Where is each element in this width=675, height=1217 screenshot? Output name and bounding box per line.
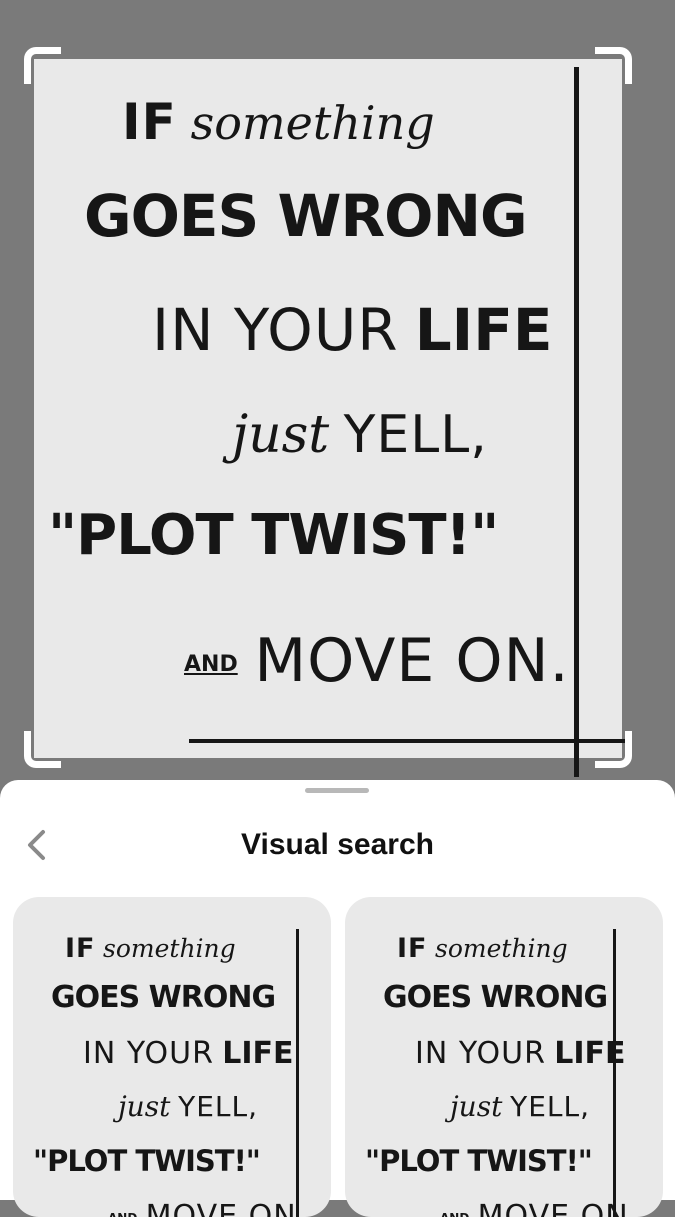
quote-line-4: just YELL, bbox=[232, 405, 488, 465]
sheet-drag-handle[interactable] bbox=[305, 788, 369, 793]
quote-line-6: AND MOVE ON. bbox=[184, 626, 570, 696]
card-quote-line-1: IF something bbox=[65, 933, 236, 964]
result-card[interactable]: IF something GOES WRONG IN YOUR LIFE jus… bbox=[345, 897, 663, 1217]
card-quote-line-3: IN YOUR LIFE bbox=[415, 1036, 626, 1071]
card-quote-line-1: IF something bbox=[397, 933, 568, 964]
crop-handle-bottom-right[interactable] bbox=[595, 731, 632, 768]
poster-vertical-rule bbox=[574, 67, 579, 777]
card-quote-line-4: just YELL, bbox=[450, 1090, 591, 1123]
quote-line-1: IF something bbox=[122, 93, 435, 151]
card-quote-line-4: just YELL, bbox=[118, 1090, 259, 1123]
result-card[interactable]: IF something GOES WRONG IN YOUR LIFE jus… bbox=[13, 897, 331, 1217]
card-quote-line-6: AND MOVE ON. bbox=[440, 1199, 640, 1217]
card-quote-line-6: AND MOVE ON. bbox=[108, 1199, 308, 1217]
visual-search-sheet: Visual search IF something GOES WRONG IN… bbox=[0, 780, 675, 1217]
search-image-area[interactable]: IF something GOES WRONG IN YOUR LIFE jus… bbox=[0, 0, 675, 780]
quote-line-5: "PLOT TWIST!" bbox=[48, 503, 499, 568]
quote-poster: IF something GOES WRONG IN YOUR LIFE jus… bbox=[34, 59, 629, 777]
quote-line-3: IN YOUR LIFE bbox=[152, 296, 553, 364]
poster-horizontal-rule bbox=[189, 739, 629, 743]
card-quote-line-5: "PLOT TWIST!" bbox=[33, 1144, 261, 1178]
crop-selector[interactable]: IF something GOES WRONG IN YOUR LIFE jus… bbox=[24, 47, 632, 777]
card-quote-line-3: IN YOUR LIFE bbox=[83, 1036, 294, 1071]
card-vertical-rule bbox=[613, 929, 616, 1217]
crop-handle-top-left[interactable] bbox=[24, 47, 61, 84]
crop-handle-top-right[interactable] bbox=[595, 47, 632, 84]
card-vertical-rule bbox=[296, 929, 299, 1217]
crop-handle-bottom-left[interactable] bbox=[24, 731, 61, 768]
card-quote-line-2: GOES WRONG bbox=[51, 980, 276, 1015]
card-quote-line-2: GOES WRONG bbox=[383, 980, 608, 1015]
quote-line-2: GOES WRONG bbox=[84, 182, 528, 250]
sheet-title: Visual search bbox=[241, 828, 434, 861]
card-quote-line-5: "PLOT TWIST!" bbox=[365, 1144, 593, 1178]
